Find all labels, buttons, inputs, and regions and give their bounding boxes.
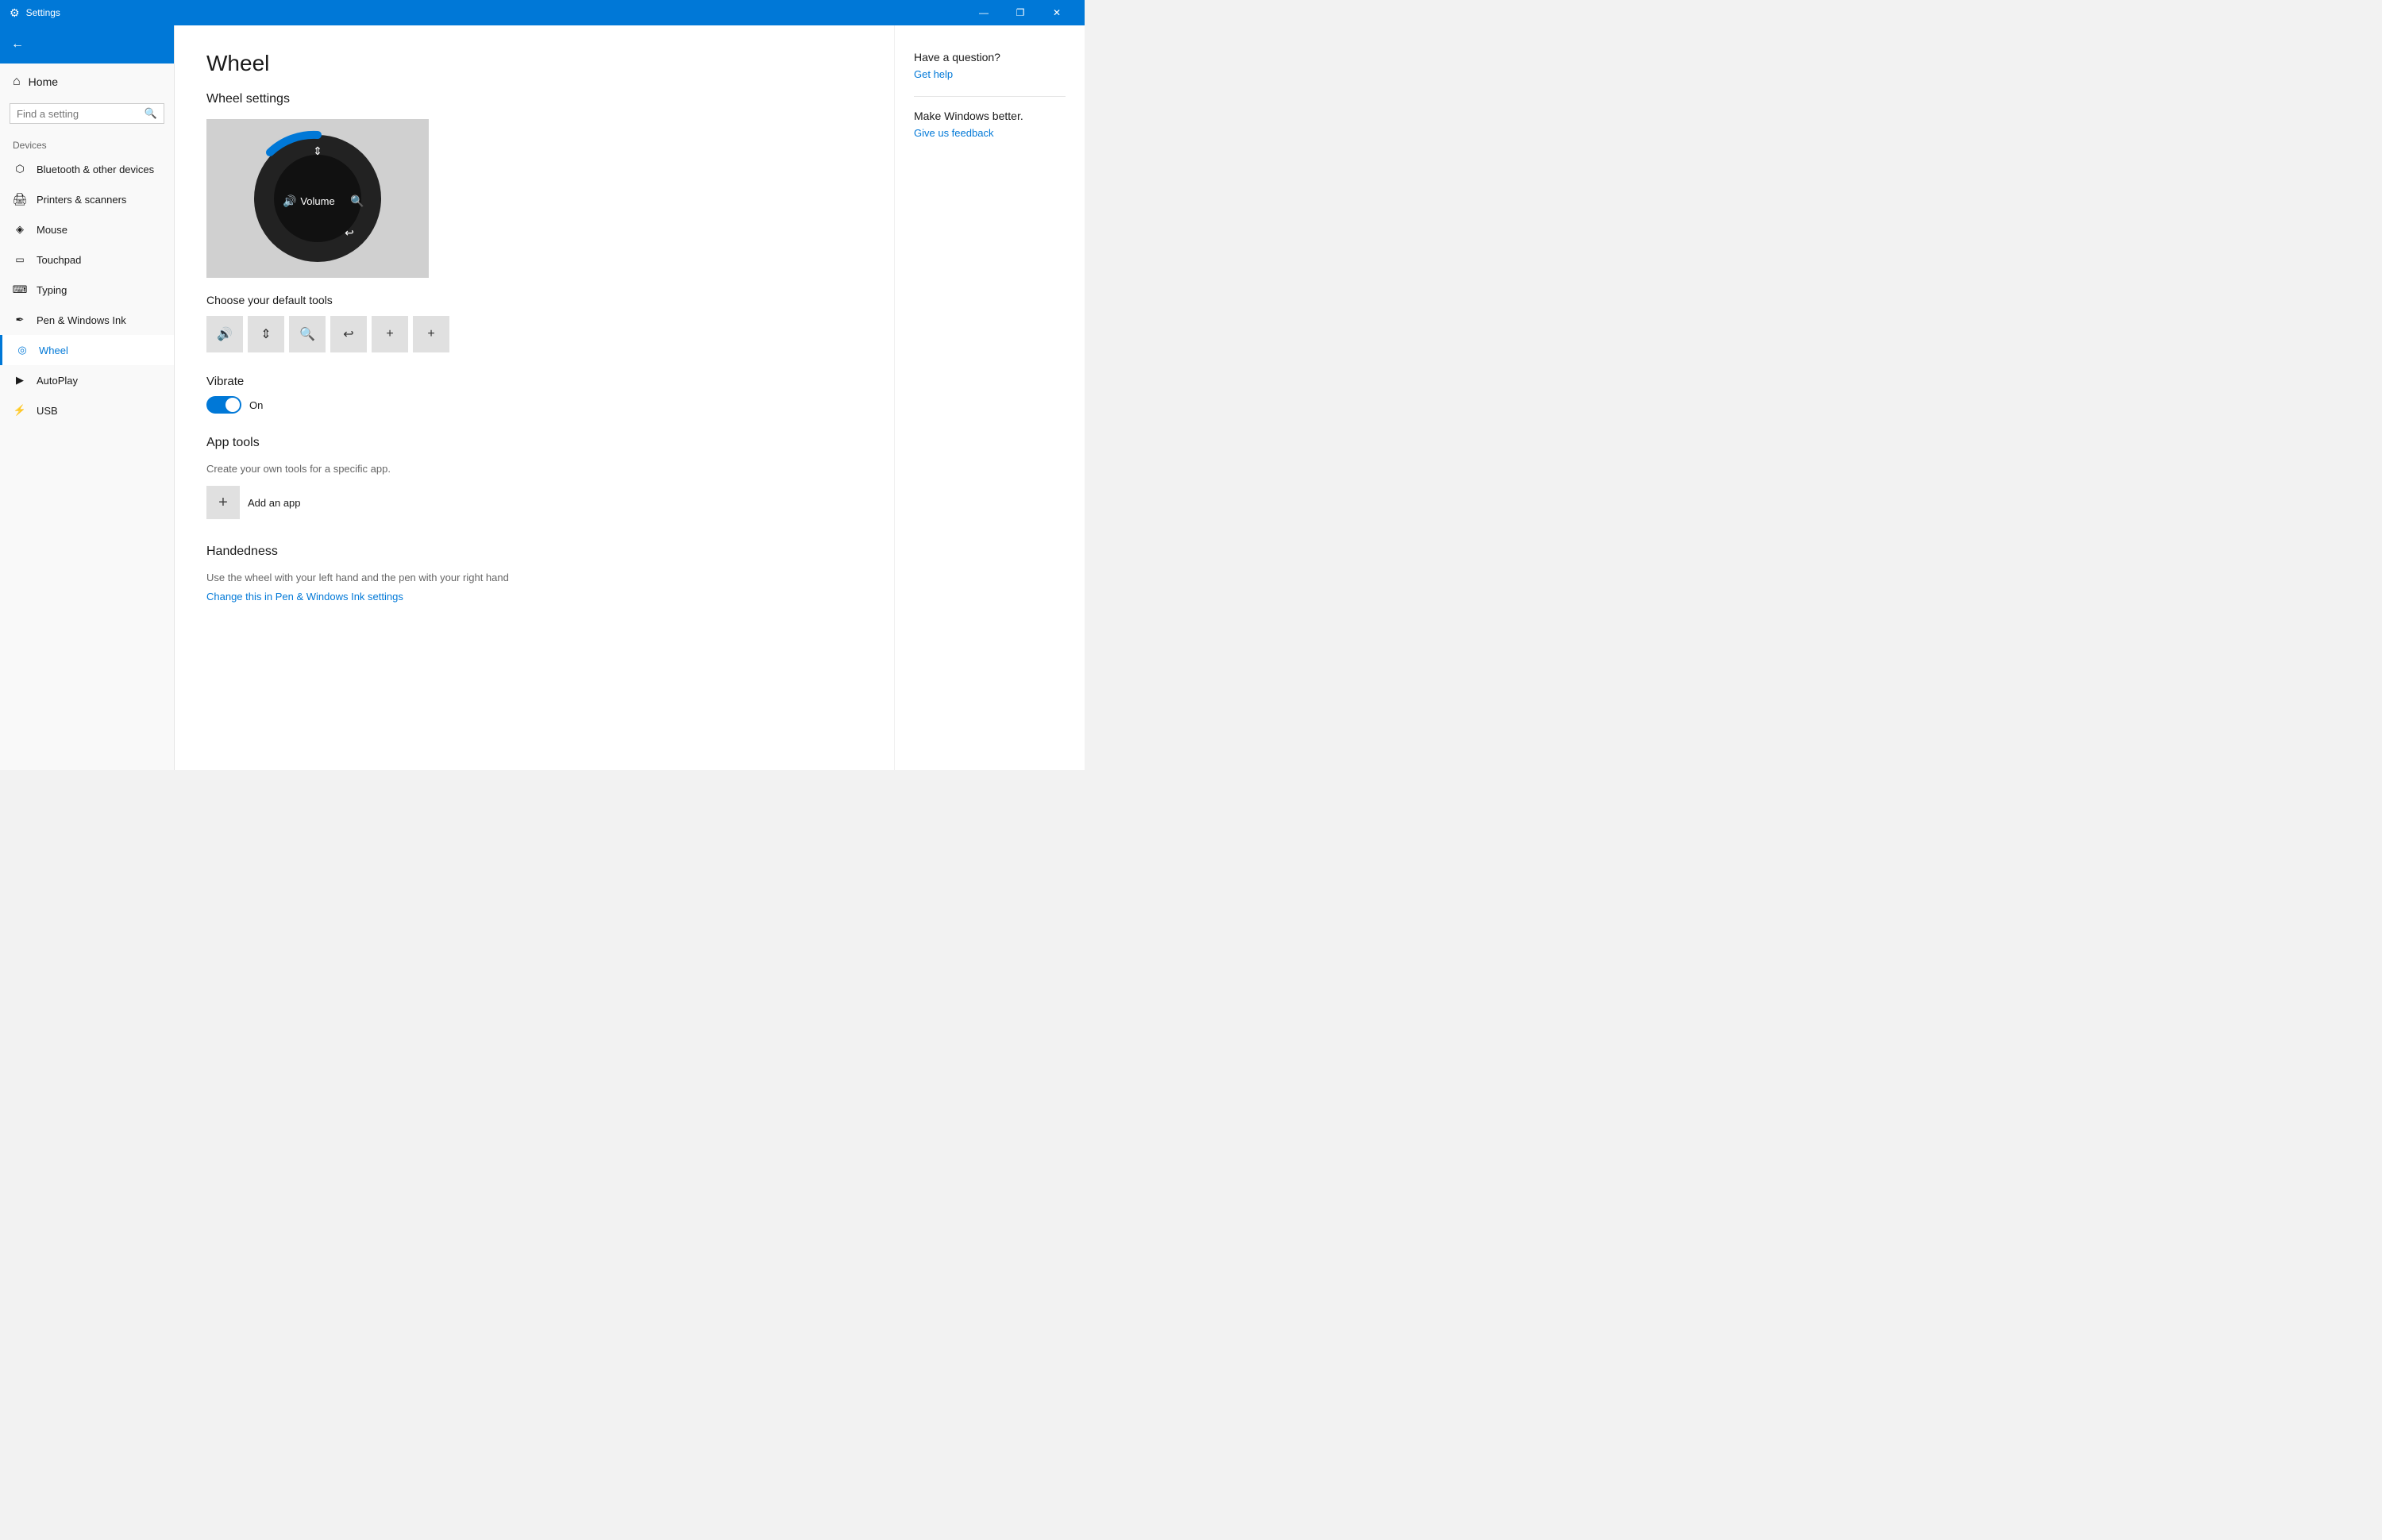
title-bar-left: ⚙ Settings xyxy=(10,6,60,20)
sidebar-wheel-label: Wheel xyxy=(39,345,68,356)
svg-text:Volume: Volume xyxy=(300,195,334,207)
app-body: ← ⌂ Home 🔍 Devices ⬡ Bluetooth & other d… xyxy=(0,25,1085,770)
volume-tool-btn[interactable]: 🔊 xyxy=(206,316,243,352)
settings-icon: ⚙ xyxy=(10,6,20,20)
vibrate-state: On xyxy=(249,399,263,411)
feedback-link[interactable]: Give us feedback xyxy=(914,127,1066,139)
pen-icon: ✒ xyxy=(13,313,27,327)
handedness-desc: Use the wheel with your left hand and th… xyxy=(206,572,862,583)
get-help-link[interactable]: Get help xyxy=(914,68,1066,80)
app-tools-title: App tools xyxy=(206,436,862,450)
default-tools-label: Choose your default tools xyxy=(206,294,862,306)
wheel-svg: 🔊 Volume ⇕ 🔍 ↩ xyxy=(246,127,389,270)
minimize-button[interactable]: — xyxy=(966,0,1002,25)
back-icon: ← xyxy=(11,37,24,52)
scroll-tool-btn[interactable]: ⇕ xyxy=(248,316,284,352)
app-tools-section: App tools Create your own tools for a sp… xyxy=(206,436,862,519)
sidebar-section-label: Devices xyxy=(0,133,174,154)
add-tool-btn-2[interactable]: + xyxy=(413,316,449,352)
svg-text:🔍: 🔍 xyxy=(350,194,364,208)
sidebar-item-typing[interactable]: ⌨ Typing xyxy=(0,275,174,305)
sidebar-usb-label: USB xyxy=(37,405,58,417)
usb-icon: ⚡ xyxy=(13,403,27,418)
app-tools-desc: Create your own tools for a specific app… xyxy=(206,463,862,475)
vibrate-toggle[interactable] xyxy=(206,396,241,414)
sidebar-printers-label: Printers & scanners xyxy=(37,194,126,206)
add-app-button[interactable]: + Add an app xyxy=(206,486,862,519)
sidebar-item-mouse[interactable]: ◈ Mouse xyxy=(0,214,174,244)
printer-icon: 🖨 xyxy=(13,192,27,206)
right-panel: Have a question? Get help Make Windows b… xyxy=(894,25,1085,770)
divider xyxy=(914,96,1066,97)
pen-ink-settings-link[interactable]: Change this in Pen & Windows Ink setting… xyxy=(206,591,403,603)
vibrate-label: Vibrate xyxy=(206,375,862,388)
add-app-icon: + xyxy=(206,486,240,519)
sidebar-typing-label: Typing xyxy=(37,284,67,296)
wheel-settings-title: Wheel settings xyxy=(206,92,862,106)
feedback-title: Make Windows better. xyxy=(914,110,1066,122)
sidebar-item-touchpad[interactable]: ▭ Touchpad xyxy=(0,244,174,275)
title-bar-controls: — ❐ ✕ xyxy=(966,0,1075,25)
add-app-label: Add an app xyxy=(248,497,301,509)
back-tool-btn[interactable]: ↩ xyxy=(330,316,367,352)
zoom-tool-btn[interactable]: 🔍 xyxy=(289,316,326,352)
sidebar-pen-label: Pen & Windows Ink xyxy=(37,314,126,326)
svg-text:↩: ↩ xyxy=(345,226,354,239)
sidebar-autoplay-label: AutoPlay xyxy=(37,375,78,387)
vibrate-section: Vibrate On xyxy=(206,375,862,414)
home-icon: ⌂ xyxy=(13,75,21,89)
close-button[interactable]: ✕ xyxy=(1039,0,1075,25)
sidebar-touchpad-label: Touchpad xyxy=(37,254,81,266)
bluetooth-icon: ⬡ xyxy=(13,162,27,176)
mouse-icon: ◈ xyxy=(13,222,27,237)
sidebar-item-printers[interactable]: 🖨 Printers & scanners xyxy=(0,184,174,214)
svg-text:🔊: 🔊 xyxy=(283,194,296,208)
autoplay-icon: ▶ xyxy=(13,373,27,387)
vibrate-toggle-row: On xyxy=(206,396,862,414)
toggle-thumb xyxy=(225,398,240,412)
sidebar-mouse-label: Mouse xyxy=(37,224,67,236)
search-input[interactable] xyxy=(17,108,140,120)
sidebar-item-autoplay[interactable]: ▶ AutoPlay xyxy=(0,365,174,395)
sidebar-item-wheel[interactable]: ◎ Wheel xyxy=(0,335,174,365)
sidebar-bluetooth-label: Bluetooth & other devices xyxy=(37,164,154,175)
sidebar-item-usb[interactable]: ⚡ USB xyxy=(0,395,174,425)
maximize-button[interactable]: ❐ xyxy=(1002,0,1039,25)
wheel-settings-section: Wheel settings 🔊 Volume ⇕ xyxy=(206,92,862,352)
search-icon: 🔍 xyxy=(145,107,157,120)
handedness-section: Handedness Use the wheel with your left … xyxy=(206,545,862,603)
tool-buttons: 🔊 ⇕ 🔍 ↩ + + xyxy=(206,316,862,352)
svg-text:⇕: ⇕ xyxy=(313,144,322,157)
add-tool-btn-1[interactable]: + xyxy=(372,316,408,352)
typing-icon: ⌨ xyxy=(13,283,27,297)
home-label: Home xyxy=(29,75,58,88)
handedness-title: Handedness xyxy=(206,545,862,559)
back-button[interactable]: ← xyxy=(0,25,174,64)
home-nav-item[interactable]: ⌂ Home xyxy=(0,64,174,100)
sidebar-item-bluetooth[interactable]: ⬡ Bluetooth & other devices xyxy=(0,154,174,184)
title-bar: ⚙ Settings — ❐ ✕ xyxy=(0,0,1085,25)
title-bar-title: Settings xyxy=(26,7,60,18)
wheel-icon: ◎ xyxy=(15,343,29,357)
search-box[interactable]: 🔍 xyxy=(10,103,164,124)
page-title: Wheel xyxy=(206,51,862,76)
help-title: Have a question? xyxy=(914,51,1066,64)
main-content: Wheel Wheel settings 🔊 Volume xyxy=(175,25,894,770)
wheel-diagram: 🔊 Volume ⇕ 🔍 ↩ xyxy=(206,119,429,278)
touchpad-icon: ▭ xyxy=(13,252,27,267)
sidebar-item-pen[interactable]: ✒ Pen & Windows Ink xyxy=(0,305,174,335)
sidebar: ← ⌂ Home 🔍 Devices ⬡ Bluetooth & other d… xyxy=(0,25,175,770)
